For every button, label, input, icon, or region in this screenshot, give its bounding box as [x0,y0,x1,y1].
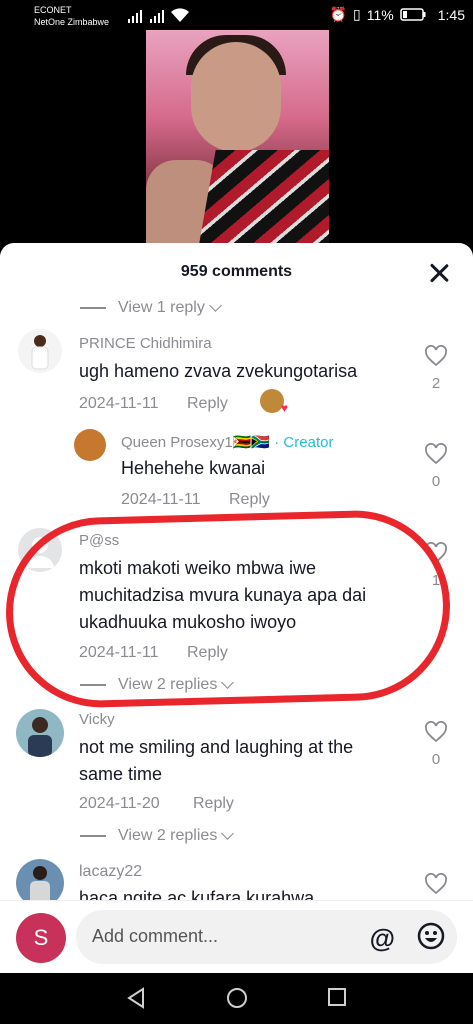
avatar[interactable] [74,429,106,461]
status-bar: ECONET NetOne Zimbabwe ⏰ ▯ 11% 1:45 [0,0,473,30]
comment-composer: S Add comment... @ [0,900,473,974]
view-replies-button[interactable]: View 2 replies [80,827,235,845]
comment-text: not me smiling and laughing at the same … [79,737,354,784]
carrier-info: ECONET NetOne Zimbabwe [34,4,109,28]
comment-date: 2024-11-20 [79,795,160,812]
back-icon[interactable] [126,987,146,1009]
view-replies-label: View 2 replies [118,676,218,693]
navigation-bar [0,973,473,1024]
avatar[interactable] [18,528,62,572]
carrier-2: NetOne Zimbabwe [34,17,110,27]
like-count: 1 [431,572,441,589]
signal-icon [128,9,172,28]
creator-tag: · Creator [274,434,334,451]
like-count: 2 [431,375,441,392]
view-replies-button[interactable]: View 2 replies [80,676,235,694]
reply-button[interactable]: Reply [187,644,228,662]
mention-icon[interactable]: @ [370,923,395,954]
video-preview[interactable] [146,30,329,250]
comment-text: mkoti makoti weiko mbwa iwe muchitadzisa… [79,558,367,632]
chevron-down-icon [208,299,222,312]
comment-input[interactable]: Add comment... @ [76,910,457,964]
status-right: ⏰ ▯ 11% 1:45 [330,6,465,23]
recents-icon[interactable] [327,987,347,1007]
view-replies-button[interactable]: View 1 reply [80,299,222,317]
like-heart-icon[interactable] [424,345,448,367]
comment-date: 2024-11-11 [79,644,159,661]
comment-text: Hehehehe kwanai [121,458,266,478]
comment-input-placeholder: Add comment... [92,926,219,946]
reply-button[interactable]: Reply [229,491,270,509]
vibrate-icon: ▯ [353,6,361,22]
alarm-icon: ⏰ [329,6,348,22]
like-heart-icon[interactable] [424,443,448,465]
comment-text: ugh hameno zvava zvekungotarisa [79,361,358,381]
home-icon[interactable] [226,987,248,1009]
comment-author[interactable]: lacazy22 [79,863,142,881]
comments-count-title: 959 comments [180,263,293,280]
close-icon[interactable] [427,261,451,285]
comment-date: 2024-11-11 [79,395,159,412]
chevron-down-icon [221,676,235,689]
avatar[interactable] [16,709,64,757]
comment-date: 2024-11-11 [121,491,201,508]
reply-button[interactable]: Reply [193,795,234,813]
comment-author[interactable]: Queen Prosexy1🇿🇼🇿🇦 · Creator [121,433,333,451]
like-count: 0 [431,751,441,768]
clock: 1:45 [437,6,465,23]
comment-author[interactable]: PRINCE Chidhimira [79,335,212,352]
like-heart-icon[interactable] [424,873,448,895]
emoji-icon[interactable] [417,922,445,950]
user-avatar[interactable]: S [16,913,66,963]
battery-percent: 11% [366,6,394,23]
heart-badge-icon: ♥ [280,401,288,415]
chevron-down-icon [221,827,235,840]
avatar[interactable] [18,329,62,373]
author-name: Queen Prosexy1🇿🇼🇿🇦 [121,434,271,451]
comment-author[interactable]: Vicky [79,711,115,728]
like-heart-icon[interactable] [424,721,448,743]
wifi-icon [170,7,190,28]
like-count: 0 [431,473,441,490]
view-replies-label: View 1 reply [118,299,205,316]
like-heart-icon[interactable] [424,542,448,564]
battery-icon [400,8,426,21]
carrier-1: ECONET [34,5,72,15]
comment-author[interactable]: P@ss [79,532,119,549]
view-replies-label: View 2 replies [118,827,218,844]
reply-button[interactable]: Reply [187,395,228,413]
comments-sheet: 959 comments View 1 reply PRINCE Chidhim… [0,243,473,910]
creator-liked-badge: ♥ [260,389,288,415]
